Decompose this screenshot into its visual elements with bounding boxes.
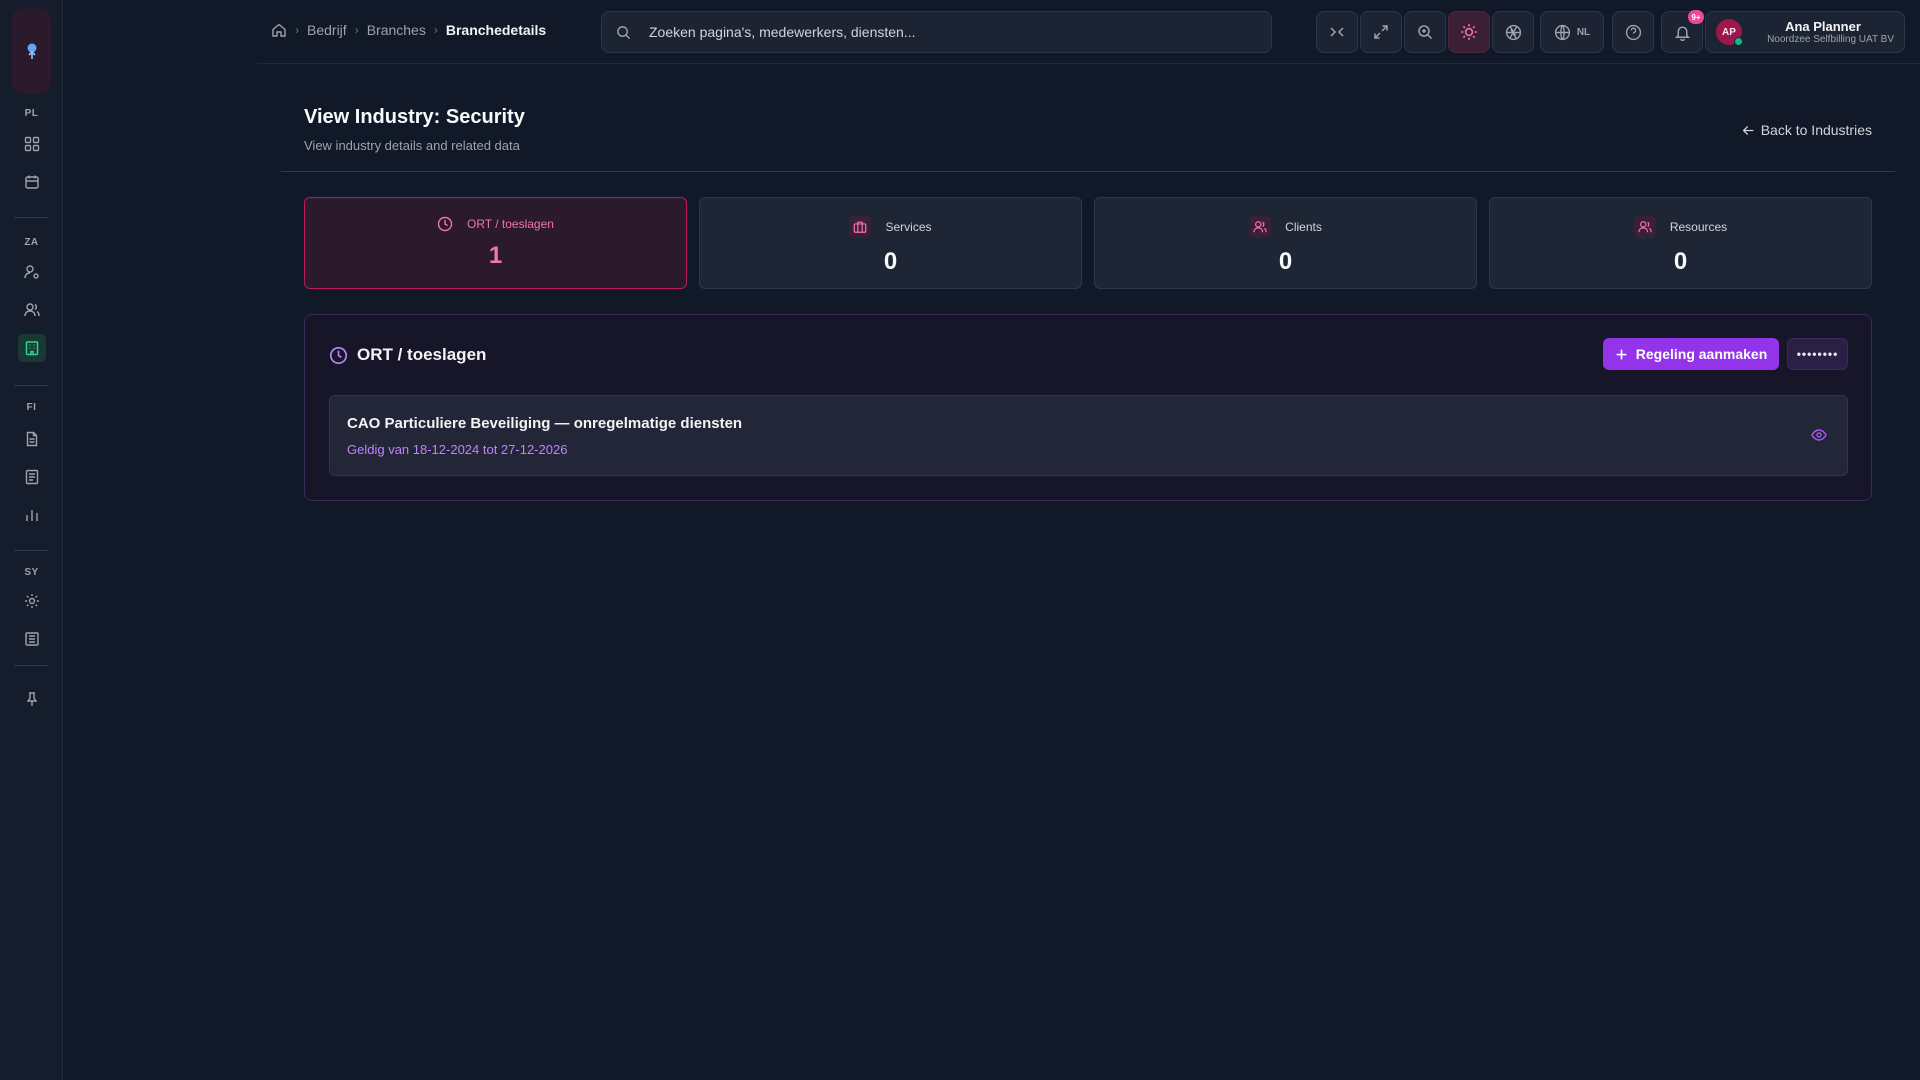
breadcrumb-separator: › [295, 23, 299, 37]
breadcrumb-item-branches[interactable]: Branches [367, 22, 426, 38]
expand-icon [1374, 25, 1388, 39]
stat-value: 0 [883, 248, 898, 275]
help-icon [1625, 24, 1641, 40]
search-input[interactable]: Zoeken pagina's, medewerkers, diensten..… [601, 11, 1272, 53]
avatar: AP [1716, 19, 1743, 46]
sidebar-section-pl: PL [24, 108, 39, 119]
theme-toggle-button[interactable] [1448, 11, 1490, 53]
regulation-validity: Geldig van 18-12-2024 tot 27-12-2026 [347, 442, 568, 457]
back-link-label: Back to Industries [1760, 122, 1872, 138]
plus-icon [1616, 349, 1627, 359]
user-menu[interactable]: AP Ana Planner Noordzee Selfbilling UAT … [1705, 11, 1905, 53]
section-title-label: ORT / toeslagen [357, 345, 487, 364]
user-settings-icon[interactable] [18, 258, 46, 286]
ort-section: ORT / toeslagen Regeling aanmaken ••••••… [304, 314, 1872, 501]
sidebar-section-sy: SY [24, 567, 39, 578]
stat-card-ort[interactable]: ORT / toeslagen 1 [304, 197, 687, 289]
users-icon [1633, 216, 1656, 238]
breadcrumb-current: Branchedetails [445, 22, 547, 38]
eye-icon[interactable] [1811, 427, 1827, 443]
sidebar-divider [14, 217, 48, 218]
regulation-name: CAO Particuliere Beveiliging — onregelma… [347, 415, 743, 432]
stat-label: Clients [1285, 220, 1322, 234]
search-icon [616, 25, 631, 40]
appearance-button[interactable] [1492, 11, 1534, 53]
stat-label: ORT / toeslagen [467, 217, 554, 231]
notifications-button[interactable]: 9+ [1661, 10, 1704, 53]
stat-card-clients[interactable]: Clients 0 [1094, 197, 1477, 289]
stat-card-services[interactable]: Services 0 [699, 197, 1082, 289]
search-placeholder: Zoeken pagina's, medewerkers, diensten..… [649, 24, 916, 40]
collapse-icon [1330, 27, 1344, 37]
more-options-button[interactable]: •••••••• [1787, 338, 1848, 370]
page-subtitle: View industry details and related data [304, 138, 520, 153]
notification-badge: 9+ [1688, 10, 1704, 24]
audit-log-icon[interactable] [18, 625, 46, 653]
page-title: View Industry: Security [304, 106, 525, 128]
settings-icon[interactable] [18, 587, 46, 615]
zoom-button[interactable] [1404, 11, 1446, 53]
fullscreen-button[interactable] [1360, 11, 1402, 53]
list-item[interactable]: CAO Particuliere Beveiliging — onregelma… [329, 395, 1848, 476]
home-icon[interactable] [271, 22, 287, 38]
stat-value: 1 [488, 242, 503, 269]
clock-icon [329, 346, 348, 365]
logo-icon [27, 43, 36, 59]
section-title: ORT / toeslagen [329, 345, 486, 365]
sidebar-divider [14, 385, 48, 386]
zoom-in-icon [1418, 25, 1433, 40]
sun-icon [1461, 24, 1477, 40]
calendar-icon[interactable] [18, 168, 46, 196]
breadcrumb-separator: › [433, 23, 438, 37]
stat-label: Services [885, 220, 932, 234]
breadcrumb: › Bedrijf › Branches › Branchedetails [271, 22, 546, 38]
globe-icon [1554, 24, 1570, 40]
breadcrumb-separator: › [354, 23, 359, 37]
users-icon [1249, 216, 1272, 238]
sidebar-divider [14, 665, 48, 666]
create-regulation-button[interactable]: Regeling aanmaken [1603, 338, 1779, 370]
aperture-icon [1505, 24, 1521, 40]
pin-icon[interactable] [18, 685, 46, 713]
sidebar-divider [14, 550, 48, 551]
invoice-icon[interactable] [18, 463, 46, 491]
building-icon[interactable] [18, 334, 46, 362]
user-name: Ana Planner [1785, 19, 1861, 34]
back-to-industries-link[interactable]: Back to Industries [1742, 122, 1872, 138]
collapse-sidebar-button[interactable] [1316, 11, 1358, 53]
dashboard-icon[interactable] [18, 130, 46, 158]
users-icon[interactable] [18, 296, 46, 324]
stat-label: Resources [1669, 220, 1728, 234]
create-button-label: Regeling aanmaken [1635, 346, 1768, 362]
bell-icon [1674, 25, 1690, 41]
document-icon[interactable] [18, 425, 46, 453]
sidebar: PL ZA FI SY [0, 0, 63, 1080]
header-divider [281, 171, 1895, 172]
language-label: NL [1576, 26, 1591, 38]
sidebar-section-fi: FI [26, 402, 37, 413]
stat-card-resources[interactable]: Resources 0 [1489, 197, 1872, 289]
stat-value: 0 [1278, 248, 1293, 275]
sidebar-section-za: ZA [24, 237, 39, 248]
bar-chart-icon[interactable] [18, 501, 46, 529]
briefcase-icon [849, 216, 872, 238]
clock-icon [437, 216, 453, 232]
user-organization: Noordzee Selfbilling UAT BV [1767, 34, 1894, 45]
app-logo[interactable] [12, 8, 51, 94]
language-button[interactable]: NL [1540, 11, 1604, 53]
stat-value: 0 [1673, 248, 1688, 275]
breadcrumb-item-bedrijf[interactable]: Bedrijf [307, 22, 347, 38]
arrow-left-icon [1742, 125, 1754, 135]
topbar: › Bedrijf › Branches › Branchedetails Zo… [257, 0, 1920, 64]
help-button[interactable] [1612, 11, 1654, 53]
